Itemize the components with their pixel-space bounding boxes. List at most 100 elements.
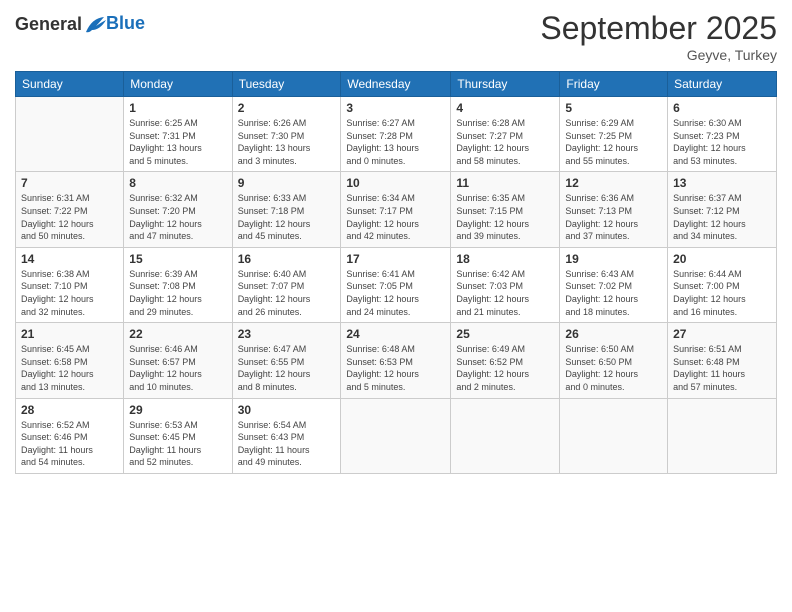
day-info: Sunrise: 6:33 AMSunset: 7:18 PMDaylight:… xyxy=(238,192,336,242)
col-monday: Monday xyxy=(124,72,232,97)
table-row: 2 Sunrise: 6:26 AMSunset: 7:30 PMDaylight… xyxy=(232,97,341,172)
calendar-week-row: 1 Sunrise: 6:25 AMSunset: 7:31 PMDaylight… xyxy=(16,97,777,172)
table-row: 4 Sunrise: 6:28 AMSunset: 7:27 PMDaylight… xyxy=(451,97,560,172)
day-number: 11 xyxy=(456,176,554,190)
table-row: 12Sunrise: 6:36 AMSunset: 7:13 PMDayligh… xyxy=(560,172,668,247)
day-number: 2 xyxy=(238,101,336,115)
logo-bird-icon xyxy=(84,16,106,34)
day-info: Sunrise: 6:31 AMSunset: 7:22 PMDaylight:… xyxy=(21,192,118,242)
day-info: Sunrise: 6:27 AMSunset: 7:28 PMDaylight:… xyxy=(346,117,445,167)
day-number: 9 xyxy=(238,176,336,190)
day-info: Sunrise: 6:32 AMSunset: 7:20 PMDaylight:… xyxy=(129,192,226,242)
table-row: 16 Sunrise: 6:40 AMSunset: 7:07 PMDayligh… xyxy=(232,247,341,322)
day-info: Sunrise: 6:43 AMSunset: 7:02 PMDaylight:… xyxy=(565,268,662,318)
table-row: 17 Sunrise: 6:41 AMSunset: 7:05 PMDayligh… xyxy=(341,247,451,322)
day-number: 30 xyxy=(238,403,336,417)
title-area: September 2025 Geyve, Turkey xyxy=(540,10,777,63)
day-number: 22 xyxy=(129,327,226,341)
logo-text: General Blue xyxy=(15,15,145,35)
day-info: Sunrise: 6:30 AMSunset: 7:23 PMDaylight:… xyxy=(673,117,771,167)
day-info: Sunrise: 6:37 AMSunset: 7:12 PMDaylight:… xyxy=(673,192,771,242)
day-info: Sunrise: 6:47 AMSunset: 6:55 PMDaylight:… xyxy=(238,343,336,393)
day-number: 15 xyxy=(129,252,226,266)
day-info: Sunrise: 6:45 AMSunset: 6:58 PMDaylight:… xyxy=(21,343,118,393)
table-row: 14 Sunrise: 6:38 AMSunset: 7:10 PMDayligh… xyxy=(16,247,124,322)
day-info: Sunrise: 6:35 AMSunset: 7:15 PMDaylight:… xyxy=(456,192,554,242)
table-row xyxy=(16,97,124,172)
day-info: Sunrise: 6:26 AMSunset: 7:30 PMDaylight:… xyxy=(238,117,336,167)
table-row: 18 Sunrise: 6:42 AMSunset: 7:03 PMDayligh… xyxy=(451,247,560,322)
day-info: Sunrise: 6:29 AMSunset: 7:25 PMDaylight:… xyxy=(565,117,662,167)
day-info: Sunrise: 6:53 AMSunset: 6:45 PMDaylight:… xyxy=(129,419,226,469)
location-subtitle: Geyve, Turkey xyxy=(540,47,777,63)
day-info: Sunrise: 6:49 AMSunset: 6:52 PMDaylight:… xyxy=(456,343,554,393)
day-info: Sunrise: 6:50 AMSunset: 6:50 PMDaylight:… xyxy=(565,343,662,393)
table-row: 24Sunrise: 6:48 AMSunset: 6:53 PMDayligh… xyxy=(341,323,451,398)
table-row xyxy=(451,398,560,473)
table-row: 10 Sunrise: 6:34 AMSunset: 7:17 PMDayligh… xyxy=(341,172,451,247)
day-number: 7 xyxy=(21,176,118,190)
day-info: Sunrise: 6:28 AMSunset: 7:27 PMDaylight:… xyxy=(456,117,554,167)
day-info: Sunrise: 6:54 AMSunset: 6:43 PMDaylight:… xyxy=(238,419,336,469)
day-number: 16 xyxy=(238,252,336,266)
table-row: 11 Sunrise: 6:35 AMSunset: 7:15 PMDayligh… xyxy=(451,172,560,247)
table-row: 29 Sunrise: 6:53 AMSunset: 6:45 PMDayligh… xyxy=(124,398,232,473)
day-number: 14 xyxy=(21,252,118,266)
col-friday: Friday xyxy=(560,72,668,97)
day-info: Sunrise: 6:25 AMSunset: 7:31 PMDaylight:… xyxy=(129,117,226,167)
logo: General Blue xyxy=(15,15,145,35)
day-number: 10 xyxy=(346,176,445,190)
day-number: 20 xyxy=(673,252,771,266)
day-number: 6 xyxy=(673,101,771,115)
day-number: 4 xyxy=(456,101,554,115)
col-wednesday: Wednesday xyxy=(341,72,451,97)
table-row xyxy=(341,398,451,473)
day-info: Sunrise: 6:44 AMSunset: 7:00 PMDaylight:… xyxy=(673,268,771,318)
calendar-table: Sunday Monday Tuesday Wednesday Thursday… xyxy=(15,71,777,474)
day-info: Sunrise: 6:52 AMSunset: 6:46 PMDaylight:… xyxy=(21,419,118,469)
table-row: 27 Sunrise: 6:51 AMSunset: 6:48 PMDayligh… xyxy=(668,323,777,398)
day-number: 27 xyxy=(673,327,771,341)
table-row xyxy=(668,398,777,473)
calendar-week-row: 7 Sunrise: 6:31 AMSunset: 7:22 PMDaylight… xyxy=(16,172,777,247)
day-number: 18 xyxy=(456,252,554,266)
table-row: 3 Sunrise: 6:27 AMSunset: 7:28 PMDaylight… xyxy=(341,97,451,172)
day-info: Sunrise: 6:34 AMSunset: 7:17 PMDaylight:… xyxy=(346,192,445,242)
day-number: 26 xyxy=(565,327,662,341)
day-number: 29 xyxy=(129,403,226,417)
day-info: Sunrise: 6:39 AMSunset: 7:08 PMDaylight:… xyxy=(129,268,226,318)
day-info: Sunrise: 6:51 AMSunset: 6:48 PMDaylight:… xyxy=(673,343,771,393)
table-row: 19 Sunrise: 6:43 AMSunset: 7:02 PMDayligh… xyxy=(560,247,668,322)
day-number: 28 xyxy=(21,403,118,417)
day-info: Sunrise: 6:41 AMSunset: 7:05 PMDaylight:… xyxy=(346,268,445,318)
calendar-week-row: 21 Sunrise: 6:45 AMSunset: 6:58 PMDayligh… xyxy=(16,323,777,398)
header-row: Sunday Monday Tuesday Wednesday Thursday… xyxy=(16,72,777,97)
table-row: 1 Sunrise: 6:25 AMSunset: 7:31 PMDaylight… xyxy=(124,97,232,172)
col-thursday: Thursday xyxy=(451,72,560,97)
col-sunday: Sunday xyxy=(16,72,124,97)
day-info: Sunrise: 6:40 AMSunset: 7:07 PMDaylight:… xyxy=(238,268,336,318)
day-number: 8 xyxy=(129,176,226,190)
table-row: 28 Sunrise: 6:52 AMSunset: 6:46 PMDayligh… xyxy=(16,398,124,473)
day-info: Sunrise: 6:38 AMSunset: 7:10 PMDaylight:… xyxy=(21,268,118,318)
table-row: 6 Sunrise: 6:30 AMSunset: 7:23 PMDaylight… xyxy=(668,97,777,172)
table-row: 20 Sunrise: 6:44 AMSunset: 7:00 PMDayligh… xyxy=(668,247,777,322)
day-number: 23 xyxy=(238,327,336,341)
table-row: 13 Sunrise: 6:37 AMSunset: 7:12 PMDayligh… xyxy=(668,172,777,247)
col-saturday: Saturday xyxy=(668,72,777,97)
day-number: 19 xyxy=(565,252,662,266)
table-row: 23 Sunrise: 6:47 AMSunset: 6:55 PMDayligh… xyxy=(232,323,341,398)
table-row xyxy=(560,398,668,473)
day-number: 13 xyxy=(673,176,771,190)
day-number: 5 xyxy=(565,101,662,115)
table-row: 15 Sunrise: 6:39 AMSunset: 7:08 PMDayligh… xyxy=(124,247,232,322)
table-row: 25Sunrise: 6:49 AMSunset: 6:52 PMDayligh… xyxy=(451,323,560,398)
day-number: 12 xyxy=(565,176,662,190)
day-number: 1 xyxy=(129,101,226,115)
day-number: 17 xyxy=(346,252,445,266)
day-number: 3 xyxy=(346,101,445,115)
day-number: 21 xyxy=(21,327,118,341)
month-title: September 2025 xyxy=(540,10,777,47)
table-row: 7 Sunrise: 6:31 AMSunset: 7:22 PMDaylight… xyxy=(16,172,124,247)
day-info: Sunrise: 6:42 AMSunset: 7:03 PMDaylight:… xyxy=(456,268,554,318)
